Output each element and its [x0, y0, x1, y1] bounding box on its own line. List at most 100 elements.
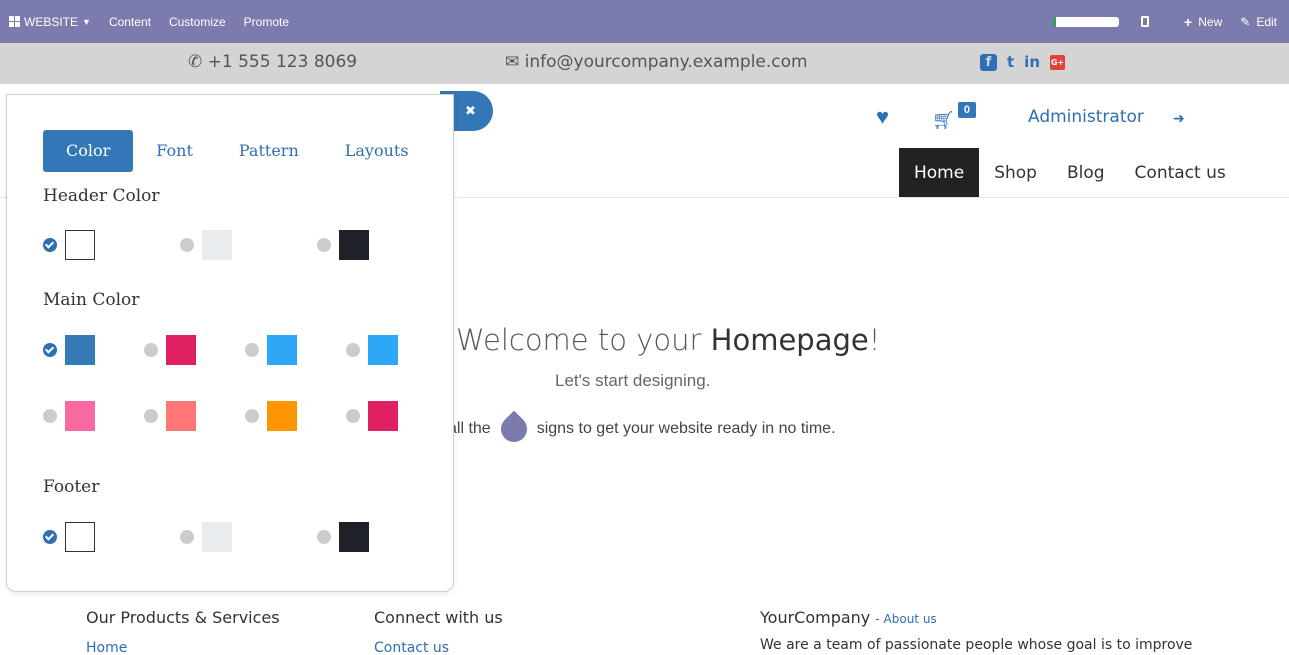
- main-color-label: Main Color: [43, 290, 140, 310]
- phone-number: +1 555 123 8069: [207, 52, 358, 72]
- contact-bar: ✆ +1 555 123 8069 ✉ info@yourcompany.exa…: [0, 43, 1289, 84]
- nav-blog[interactable]: Blog: [1052, 148, 1120, 198]
- menu-customize[interactable]: Customize: [160, 0, 235, 43]
- tab-font[interactable]: Font: [133, 130, 216, 172]
- twitter-icon[interactable]: t: [1007, 53, 1014, 71]
- header-color-swatch[interactable]: [339, 230, 369, 260]
- apps-icon: [9, 16, 20, 27]
- tab-layouts[interactable]: Layouts: [322, 130, 432, 172]
- hero-tip-post: signs to get your website ready in no ti…: [536, 420, 836, 437]
- radio-icon[interactable]: [317, 530, 331, 544]
- radio-icon[interactable]: [144, 343, 158, 357]
- main-color-swatch[interactable]: [368, 335, 398, 365]
- company-name: YourCompany: [760, 608, 871, 627]
- envelope-icon: ✉: [505, 52, 520, 72]
- footer-contact-link[interactable]: Contact us: [374, 640, 449, 655]
- header-color-option[interactable]: [43, 230, 180, 260]
- hero-tip: all the signs to get your website ready …: [448, 410, 836, 448]
- radio-icon[interactable]: [346, 343, 360, 357]
- main-color-option[interactable]: [346, 335, 447, 365]
- radio-icon[interactable]: [180, 530, 194, 544]
- linkedin-icon[interactable]: in: [1024, 53, 1040, 71]
- hero-subtitle: Let's start designing.: [555, 371, 711, 390]
- menu-content[interactable]: Content: [100, 0, 160, 43]
- header-color-swatch[interactable]: [65, 230, 95, 260]
- phone-icon: ✆: [188, 52, 203, 72]
- main-nav: Home Shop Blog Contact us: [899, 148, 1241, 198]
- main-color-swatch[interactable]: [166, 401, 196, 431]
- radio-icon[interactable]: [180, 238, 194, 252]
- cart-button[interactable]: 🛒︎ 0: [932, 102, 976, 131]
- plus-icon: +: [1184, 13, 1193, 30]
- main-color-swatch[interactable]: [267, 335, 297, 365]
- main-color-swatch[interactable]: [65, 401, 95, 431]
- footer-color-swatch[interactable]: [202, 522, 232, 552]
- radio-icon[interactable]: [144, 409, 158, 423]
- new-button[interactable]: + New: [1175, 0, 1231, 43]
- facebook-icon[interactable]: f: [980, 53, 997, 71]
- check-circle-icon[interactable]: [43, 530, 57, 544]
- footer-color-option[interactable]: [180, 522, 317, 552]
- radio-icon[interactable]: [317, 238, 331, 252]
- customize-tabs: Color Font Pattern Layouts: [43, 130, 432, 172]
- footer-color-swatch[interactable]: [339, 522, 369, 552]
- google-plus-icon[interactable]: G+: [1050, 54, 1065, 70]
- tab-pattern[interactable]: Pattern: [216, 130, 322, 172]
- header-color-swatch[interactable]: [202, 230, 232, 260]
- nav-shop[interactable]: Shop: [979, 148, 1052, 198]
- main-color-option[interactable]: [43, 401, 144, 431]
- main-color-options-row1: [43, 335, 447, 365]
- header-color-option[interactable]: [180, 230, 317, 260]
- check-circle-icon[interactable]: [43, 343, 57, 357]
- hero-title-pre: Welcome to your: [456, 323, 711, 357]
- main-color-option[interactable]: [43, 335, 144, 365]
- footer-color-option[interactable]: [317, 522, 454, 552]
- main-color-option[interactable]: [346, 401, 447, 431]
- edit-label: Edit: [1256, 14, 1277, 29]
- main-color-option[interactable]: [245, 401, 346, 431]
- main-color-swatch[interactable]: [267, 401, 297, 431]
- main-color-swatch[interactable]: [368, 401, 398, 431]
- main-color-swatch[interactable]: [65, 335, 95, 365]
- footer-home-link[interactable]: Home: [86, 640, 127, 655]
- nav-contact-us[interactable]: Contact us: [1120, 148, 1241, 198]
- hero-title: Welcome to your Homepage!: [456, 323, 880, 357]
- caret-down-icon: ▼: [82, 16, 91, 27]
- website-menu[interactable]: WEBSITE ▼: [0, 0, 100, 43]
- radio-icon[interactable]: [245, 409, 259, 423]
- tab-color[interactable]: Color: [43, 130, 134, 172]
- header-color-label: Header Color: [43, 186, 160, 206]
- about-us-link[interactable]: - About us: [875, 612, 936, 626]
- new-label: New: [1198, 14, 1223, 29]
- main-color-swatch[interactable]: [166, 335, 196, 365]
- radio-icon[interactable]: [43, 409, 57, 423]
- mobile-preview-icon[interactable]: [1141, 16, 1150, 27]
- footer-company-title: YourCompany - About us: [760, 608, 1192, 627]
- edit-button[interactable]: ✎ Edit: [1231, 0, 1289, 43]
- sign-out-icon[interactable]: ➜: [1173, 110, 1185, 127]
- main-color-option[interactable]: [144, 401, 245, 431]
- social-links: f t in G+: [980, 53, 1065, 71]
- email-info: ✉ info@yourcompany.example.com: [505, 52, 808, 72]
- close-icon: ✖: [465, 103, 476, 118]
- phone-info: ✆ +1 555 123 8069: [188, 52, 357, 72]
- footer-color-swatch[interactable]: [65, 522, 95, 552]
- header-color-options: [43, 230, 454, 260]
- main-color-option[interactable]: [144, 335, 245, 365]
- header-color-option[interactable]: [317, 230, 454, 260]
- footer-col-connect: Connect with us Contact us: [374, 608, 503, 655]
- nav-home[interactable]: Home: [899, 148, 980, 198]
- radio-icon[interactable]: [346, 409, 360, 423]
- radio-icon[interactable]: [245, 343, 259, 357]
- footer-color-option[interactable]: [43, 522, 180, 552]
- main-color-options-row2: [43, 401, 447, 431]
- website-label: WEBSITE: [24, 14, 79, 29]
- check-circle-icon[interactable]: [43, 238, 57, 252]
- menu-promote[interactable]: Promote: [235, 0, 298, 43]
- company-description: We are a team of passionate people whose…: [760, 637, 1193, 653]
- main-color-option[interactable]: [245, 335, 346, 365]
- user-menu[interactable]: Administrator: [1028, 107, 1144, 127]
- footer-col-products: Our Products & Services Home: [86, 608, 280, 655]
- heart-icon[interactable]: ♥: [876, 106, 889, 128]
- footer-products-title: Our Products & Services: [86, 608, 280, 627]
